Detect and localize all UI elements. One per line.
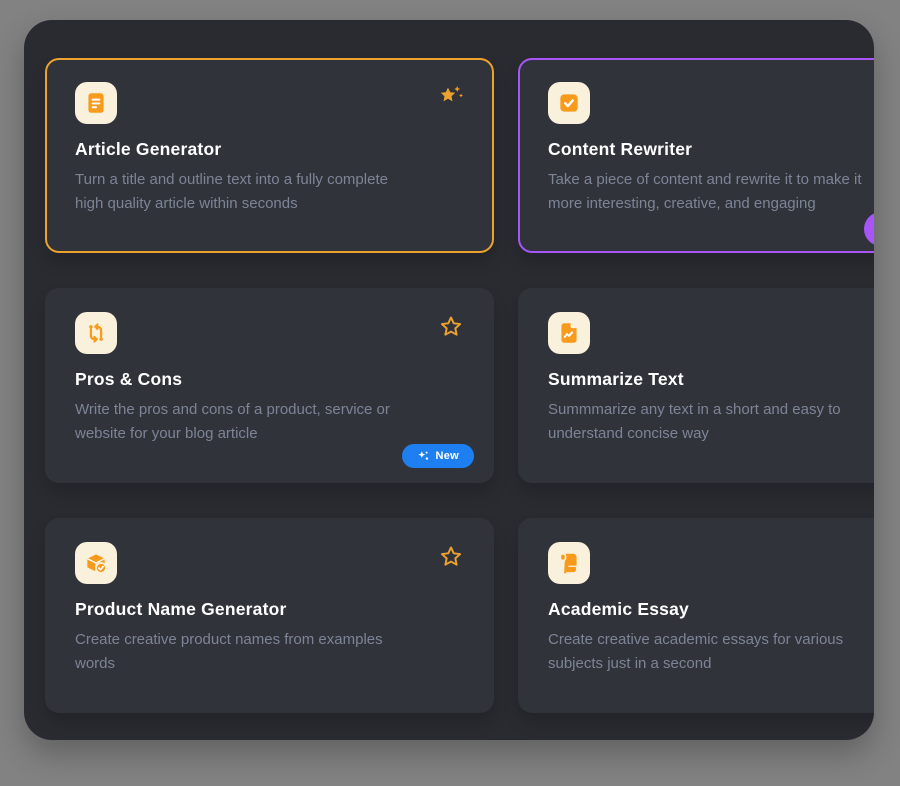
card-description: Create creative academic essays for vari… [548,628,874,675]
swap-arrows-icon [75,312,117,354]
card-title: Summarize Text [548,369,874,390]
checkbox-check-icon [548,82,590,124]
card-description: Write the pros and cons of a product, se… [75,398,464,445]
tools-panel: Article Generator Turn a title and outli… [24,20,874,740]
card-title: Article Generator [75,139,464,160]
tool-card-product-name-generator[interactable]: Product Name Generator Create creative p… [45,518,494,713]
favorited-star-icon[interactable] [436,82,466,112]
summary-file-icon [548,312,590,354]
tool-card-content-rewriter[interactable]: Content Rewriter Take a piece of content… [518,58,874,253]
new-badge: New [402,444,474,468]
card-title: Academic Essay [548,599,874,620]
favorite-star-icon[interactable] [436,542,466,572]
card-title: Content Rewriter [548,139,874,160]
tool-card-article-generator[interactable]: Article Generator Turn a title and outli… [45,58,494,253]
favorite-star-icon[interactable] [436,312,466,342]
card-title: Pros & Cons [75,369,464,390]
purple-corner-dot [864,212,874,246]
tool-card-pros-cons[interactable]: Pros & Cons Write the pros and cons of a… [45,288,494,483]
card-title: Product Name Generator [75,599,464,620]
sparkle-icon [417,450,429,462]
card-description: Summmarize any text in a short and easy … [548,398,874,445]
card-description: Take a piece of content and rewrite it t… [548,168,874,215]
new-badge-label: New [435,450,459,462]
card-description: Create creative product names from examp… [75,628,464,675]
scroll-icon [548,542,590,584]
tool-card-academic-essay[interactable]: Academic Essay Create creative academic … [518,518,874,713]
document-icon [75,82,117,124]
package-check-icon [75,542,117,584]
card-description: Turn a title and outline text into a ful… [75,168,464,215]
tools-grid: Article Generator Turn a title and outli… [24,20,874,713]
tool-card-summarize-text[interactable]: Summarize Text Summmarize any text in a … [518,288,874,483]
